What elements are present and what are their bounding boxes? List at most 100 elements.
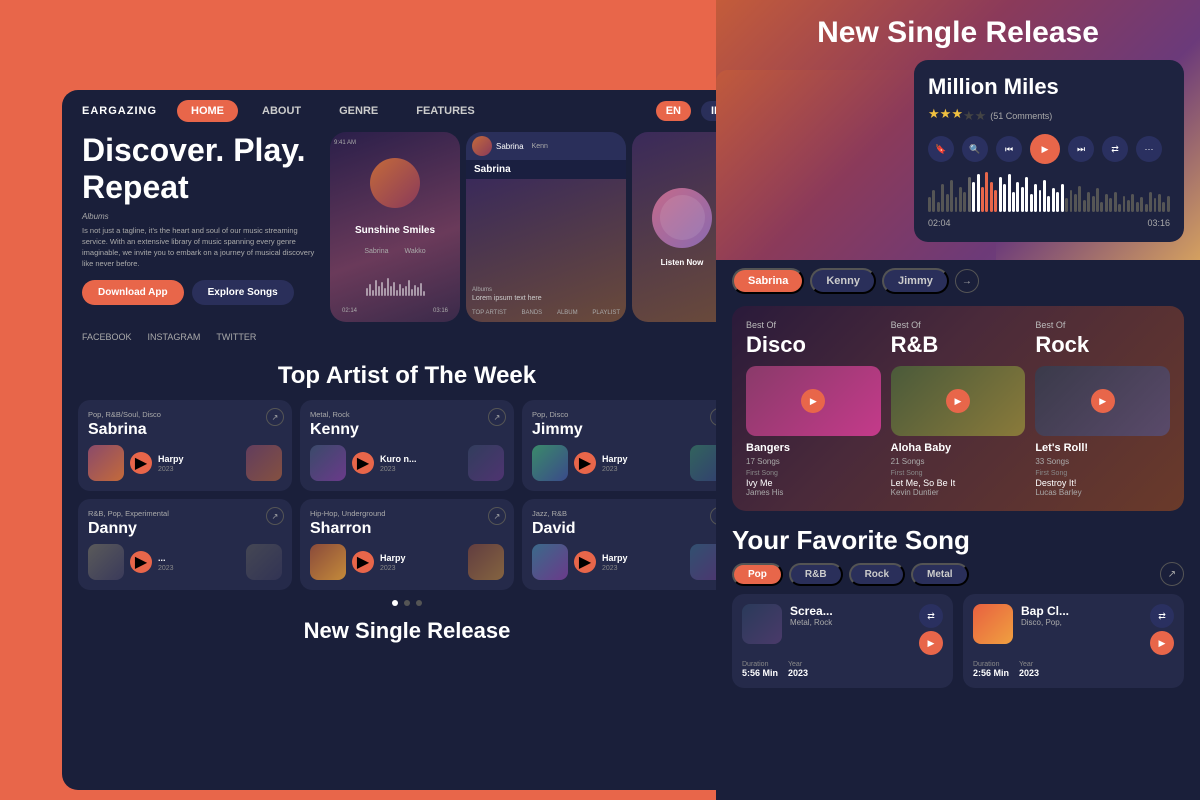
- kenny-play[interactable]: ▶: [352, 452, 374, 474]
- hero-buttons: Download App Explore Songs: [82, 280, 320, 305]
- filter-metal[interactable]: Metal: [911, 563, 969, 586]
- filter-pop[interactable]: Pop: [732, 563, 783, 586]
- scream-year: Year 2023: [788, 661, 808, 678]
- filter-rnb[interactable]: R&B: [789, 563, 843, 586]
- rock-album: Let's Roll!: [1035, 442, 1170, 454]
- logo: EARGAZING: [82, 105, 157, 117]
- nav-features[interactable]: FEATURES: [402, 100, 488, 122]
- artist-card-jimmy: Pop, Disco Jimmy ▶ Harpy 2023 ↗: [522, 400, 736, 491]
- phone-mockup-left: 9:41 AM Sunshine Smiles SabrinaWakko: [330, 132, 460, 322]
- rnb-label: Best Of: [891, 320, 1026, 330]
- scream-duration: Duration 5:56 Min: [742, 661, 778, 678]
- sabrina-thumb: [88, 445, 124, 481]
- tab-kenny[interactable]: Kenny: [810, 268, 876, 294]
- danny-info: ... 2023: [158, 553, 240, 572]
- jimmy-content: ▶ Harpy 2023: [532, 445, 726, 481]
- song-cards: Screa... Metal, Rock ⇄ ▶ Duration 5:56 M…: [716, 594, 1200, 688]
- star-3: ★: [951, 106, 963, 122]
- david-genre: Jazz, R&B: [532, 509, 726, 518]
- explore-songs-button[interactable]: Explore Songs: [192, 280, 294, 305]
- scream-header: Screa... Metal, Rock ⇄ ▶: [742, 604, 943, 655]
- disco-img: ▶: [746, 366, 881, 436]
- bookmark-button[interactable]: 🔖: [928, 136, 954, 162]
- bap-thumb: [973, 604, 1013, 644]
- tab-sabrina[interactable]: Sabrina: [732, 268, 804, 294]
- bap-year: Year 2023: [1019, 661, 1039, 678]
- david-content: ▶ Harpy 2023: [532, 544, 726, 580]
- next-button[interactable]: ⏭: [1068, 136, 1094, 162]
- artist-tabs: Sabrina Kenny Jimmy →: [716, 260, 1200, 302]
- disco-album: Bangers: [746, 442, 881, 454]
- kenny-name: Kenny: [310, 421, 504, 439]
- kenny-genre: Metal, Rock: [310, 410, 504, 419]
- sabrina-info: Harpy 2023: [158, 454, 240, 473]
- rnb-count: 21 Songs: [891, 457, 1026, 466]
- filter-rock[interactable]: Rock: [849, 563, 905, 586]
- more-button[interactable]: ···: [1136, 136, 1162, 162]
- david-thumb: [532, 544, 568, 580]
- bap-shuffle[interactable]: ⇄: [1150, 604, 1174, 628]
- disco-first-label: First Song: [746, 470, 881, 477]
- facebook-link[interactable]: FACEBOOK: [82, 332, 132, 342]
- dot-3[interactable]: [416, 600, 422, 606]
- kenny-thumb2: [468, 445, 504, 481]
- bap-duration: Duration 2:56 Min: [973, 661, 1009, 678]
- sabrina-external-icon[interactable]: ↗: [266, 408, 284, 426]
- nav-genre[interactable]: GENRE: [325, 100, 392, 122]
- hero-text: Discover. Play. Repeat Albums Is not jus…: [82, 132, 320, 322]
- sabrina-name: Sabrina: [88, 421, 282, 439]
- rock-song: Destroy It!: [1035, 478, 1170, 488]
- nav-home[interactable]: HOME: [177, 100, 238, 122]
- bap-genre: Disco, Pop,: [1021, 618, 1142, 627]
- rock-first-label: First Song: [1035, 470, 1170, 477]
- new-single-title: New Single Release: [716, 0, 1200, 60]
- artist-card-david: Jazz, R&B David ▶ Harpy 2023 ↗: [522, 499, 736, 590]
- search-button[interactable]: 🔍: [962, 136, 988, 162]
- disco-play-btn[interactable]: ▶: [801, 389, 825, 413]
- instagram-link[interactable]: INSTAGRAM: [148, 332, 201, 342]
- danny-genre: R&B, Pop, Experimental: [88, 509, 282, 518]
- bap-play[interactable]: ▶: [1150, 631, 1174, 655]
- sabrina-play[interactable]: ▶: [130, 452, 152, 474]
- dot-2[interactable]: [404, 600, 410, 606]
- comments-count: (51 Comments): [990, 111, 1052, 121]
- albums-label: Albums: [82, 212, 320, 221]
- hero-desc: Is not just a tagline, it's the heart an…: [82, 225, 320, 270]
- star-2: ★: [940, 106, 952, 122]
- download-app-button[interactable]: Download App: [82, 280, 184, 305]
- rock-play-btn[interactable]: ▶: [1091, 389, 1115, 413]
- jimmy-genre: Pop, Disco: [532, 410, 726, 419]
- tabs-arrow[interactable]: →: [955, 269, 979, 293]
- lang-en-button[interactable]: EN: [656, 101, 691, 121]
- scream-shuffle[interactable]: ⇄: [919, 604, 943, 628]
- twitter-link[interactable]: TWITTER: [216, 332, 256, 342]
- star-5: ★: [975, 108, 987, 124]
- rnb-album: Aloha Baby: [891, 442, 1026, 454]
- prev-button[interactable]: ⏮: [996, 136, 1022, 162]
- kenny-external-icon[interactable]: ↗: [488, 408, 506, 426]
- right-panel: New Single Release Million Miles ★ ★ ★ ★…: [716, 0, 1200, 800]
- new-single-bottom-title: New Single Release: [62, 614, 752, 648]
- best-of-disco: Best Of Disco ▶ Bangers 17 Songs First S…: [746, 320, 881, 497]
- artist-card-kenny: Metal, Rock Kenny ▶ Kuro n... 2023 ↗: [300, 400, 514, 491]
- artist-card-danny: R&B, Pop, Experimental Danny ▶ ... 2023 …: [78, 499, 292, 590]
- rnb-img: ▶: [891, 366, 1026, 436]
- danny-play[interactable]: ▶: [130, 551, 152, 573]
- jimmy-play[interactable]: ▶: [574, 452, 596, 474]
- dot-1[interactable]: [392, 600, 398, 606]
- david-play[interactable]: ▶: [574, 551, 596, 573]
- disco-artist: James His: [746, 488, 881, 497]
- fav-arrow[interactable]: ↗: [1160, 562, 1184, 586]
- scream-play[interactable]: ▶: [919, 631, 943, 655]
- play-pause-button[interactable]: ▶: [1030, 134, 1060, 164]
- danny-external-icon[interactable]: ↗: [266, 507, 284, 525]
- tab-jimmy[interactable]: Jimmy: [882, 268, 949, 294]
- sharron-external-icon[interactable]: ↗: [488, 507, 506, 525]
- nav-about[interactable]: ABOUT: [248, 100, 315, 122]
- danny-thumb: [88, 544, 124, 580]
- rnb-play-btn[interactable]: ▶: [946, 389, 970, 413]
- sharron-play[interactable]: ▶: [352, 551, 374, 573]
- scream-info: Screa... Metal, Rock: [790, 604, 911, 627]
- hero-section: Discover. Play. Repeat Albums Is not jus…: [62, 132, 752, 326]
- shuffle-button[interactable]: ⇄: [1102, 136, 1128, 162]
